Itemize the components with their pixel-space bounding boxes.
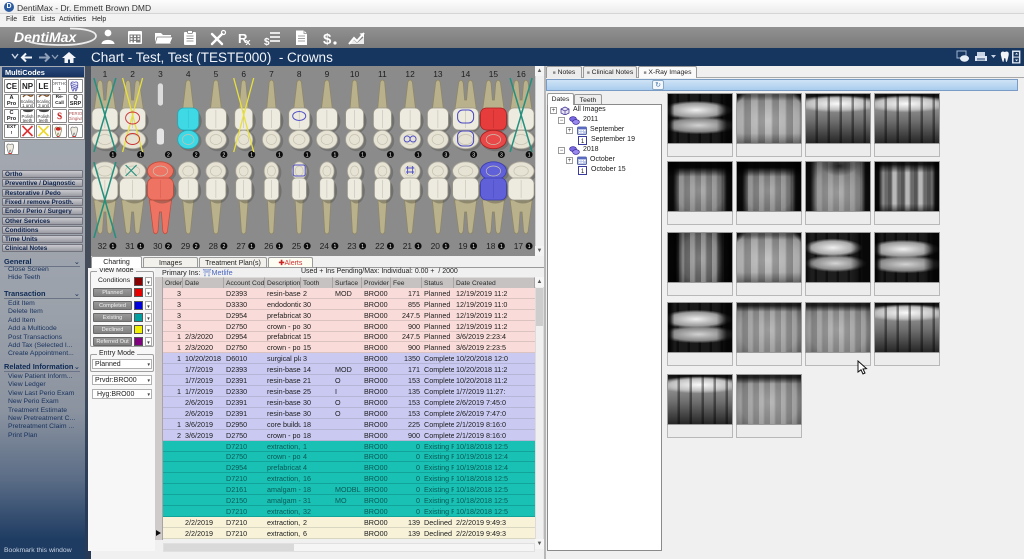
- svg-text:1: 1: [112, 244, 115, 250]
- svg-text:2: 2: [195, 244, 198, 250]
- svg-text:12: 12: [405, 69, 415, 79]
- svg-text:10: 10: [350, 69, 360, 79]
- svg-text:1: 1: [306, 152, 309, 158]
- svg-text:32: 32: [98, 241, 108, 251]
- svg-text:15: 15: [489, 69, 499, 79]
- svg-text:14: 14: [461, 69, 471, 79]
- svg-text:1: 1: [334, 244, 337, 250]
- svg-text:1: 1: [417, 152, 420, 158]
- svg-text:17: 17: [514, 241, 524, 251]
- svg-text:1: 1: [389, 152, 392, 158]
- svg-text:11: 11: [378, 69, 387, 79]
- svg-text:24: 24: [320, 241, 330, 251]
- svg-text:3: 3: [158, 69, 163, 79]
- svg-text:1: 1: [103, 69, 108, 79]
- svg-text:1: 1: [278, 152, 281, 158]
- svg-text:2: 2: [195, 152, 198, 158]
- svg-text:1: 1: [472, 244, 475, 250]
- svg-text:5: 5: [214, 69, 219, 79]
- svg-text:3: 3: [500, 152, 503, 158]
- svg-text:2: 2: [167, 244, 170, 250]
- svg-text:$: $: [264, 37, 270, 47]
- svg-text:3: 3: [445, 152, 448, 158]
- svg-text:1: 1: [528, 244, 531, 250]
- svg-text:31: 31: [125, 241, 135, 251]
- svg-text:2: 2: [167, 152, 170, 158]
- svg-text:29: 29: [181, 241, 191, 251]
- svg-text:1: 1: [389, 244, 392, 250]
- svg-text:6: 6: [241, 69, 246, 79]
- svg-text:1: 1: [500, 244, 503, 250]
- svg-text:2: 2: [223, 244, 226, 250]
- svg-text:30: 30: [153, 241, 163, 251]
- svg-text:1: 1: [445, 244, 448, 250]
- svg-text:1: 1: [250, 244, 253, 250]
- svg-text:26: 26: [264, 241, 274, 251]
- svg-text:1: 1: [361, 152, 364, 158]
- svg-text:19: 19: [458, 241, 468, 251]
- svg-text:$: $: [323, 31, 332, 47]
- svg-text:16: 16: [516, 69, 526, 79]
- svg-text:21: 21: [403, 241, 413, 251]
- svg-text:1: 1: [306, 244, 309, 250]
- svg-text:1: 1: [361, 244, 364, 250]
- svg-text:1: 1: [528, 152, 531, 158]
- svg-text:27: 27: [236, 241, 246, 251]
- svg-text:8: 8: [297, 69, 302, 79]
- svg-text:28: 28: [209, 241, 219, 251]
- svg-text:25: 25: [292, 241, 302, 251]
- svg-text:x: x: [246, 37, 251, 47]
- svg-text:23: 23: [347, 241, 357, 251]
- svg-text:9: 9: [325, 69, 330, 79]
- svg-text:1: 1: [278, 244, 281, 250]
- svg-text:22: 22: [375, 241, 385, 251]
- svg-text:2: 2: [223, 152, 226, 158]
- svg-text:7: 7: [269, 69, 274, 79]
- svg-text:13: 13: [433, 69, 443, 79]
- svg-text:1: 1: [417, 244, 420, 250]
- svg-text:1: 1: [334, 152, 337, 158]
- svg-text:1: 1: [139, 152, 142, 158]
- svg-text:3: 3: [472, 152, 475, 158]
- svg-text:20: 20: [431, 241, 441, 251]
- svg-text:1: 1: [112, 152, 115, 158]
- svg-text:1: 1: [139, 244, 142, 250]
- svg-text:4: 4: [186, 69, 191, 79]
- svg-text:18: 18: [486, 241, 496, 251]
- svg-text:2: 2: [130, 69, 135, 79]
- svg-text:1: 1: [250, 152, 253, 158]
